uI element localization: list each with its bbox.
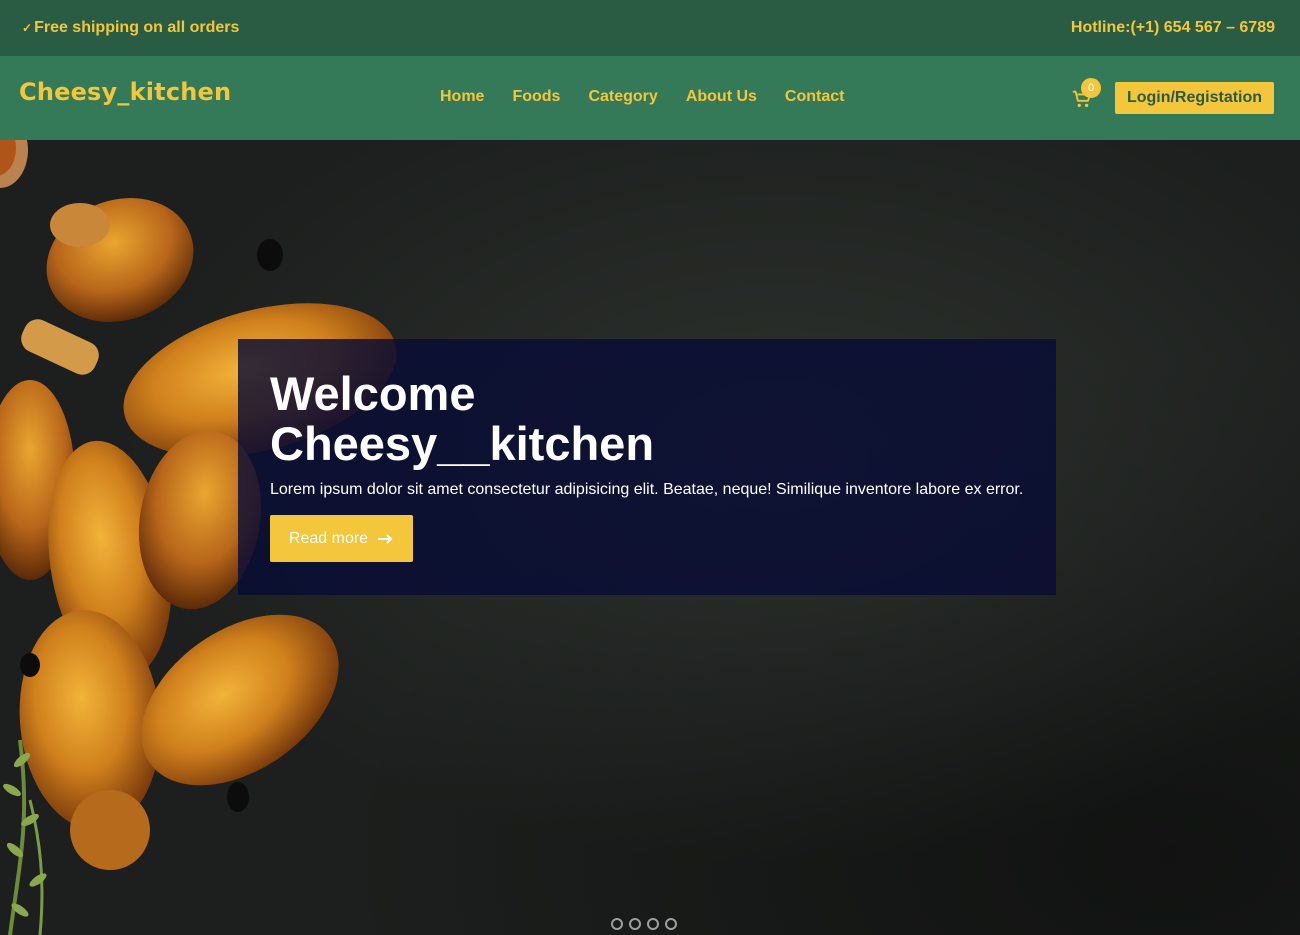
top-bar: ✓ Free shipping on all orders Hotline:(+… [0, 0, 1300, 56]
checkmark-icon: ✓ [22, 21, 33, 35]
arrow-right-icon [378, 533, 393, 544]
slide-indicator-3[interactable] [647, 918, 659, 930]
hero-title: Welcome Cheesy__kitchen [270, 369, 654, 469]
shipping-notice: ✓ Free shipping on all orders [22, 19, 239, 37]
cart-count-badge: 0 [1081, 78, 1101, 98]
nav-link-foods[interactable]: Foods [512, 88, 560, 106]
slide-indicator-4[interactable] [665, 918, 677, 930]
slider-indicators [611, 918, 677, 930]
hero-caption: Welcome Cheesy__kitchen Lorem ipsum dolo… [238, 339, 1056, 595]
nav-link-about-us[interactable]: About Us [686, 88, 757, 106]
read-more-label: Read more [288, 529, 369, 547]
hero-slider: Welcome Cheesy__kitchen Lorem ipsum dolo… [0, 140, 1300, 935]
nav-link-home[interactable]: Home [440, 88, 484, 106]
nav-link-contact[interactable]: Contact [785, 88, 845, 106]
nav-link-category[interactable]: Category [588, 88, 657, 106]
slide-indicator-1[interactable] [611, 918, 623, 930]
shipping-text: Free shipping on all orders [34, 19, 240, 36]
hotline-text: Hotline:(+1) 654 567 – 6789 [1070, 19, 1275, 36]
slide-indicator-2[interactable] [629, 918, 641, 930]
hero-description: Lorem ipsum dolor sit amet consectetur a… [270, 481, 1024, 498]
hero-title-line-2: Cheesy__kitchen [270, 417, 655, 470]
read-more-button[interactable]: Read more [270, 515, 413, 562]
navbar: Cheesy_kitchen Home Foods Category About… [0, 56, 1300, 140]
main-nav: Home Foods Category About Us Contact [440, 88, 844, 106]
brand-logo[interactable]: Cheesy_kitchen [19, 78, 231, 106]
login-registration-button[interactable]: Login/Registation [1115, 82, 1274, 114]
hero-title-line-1: Welcome [270, 367, 476, 420]
